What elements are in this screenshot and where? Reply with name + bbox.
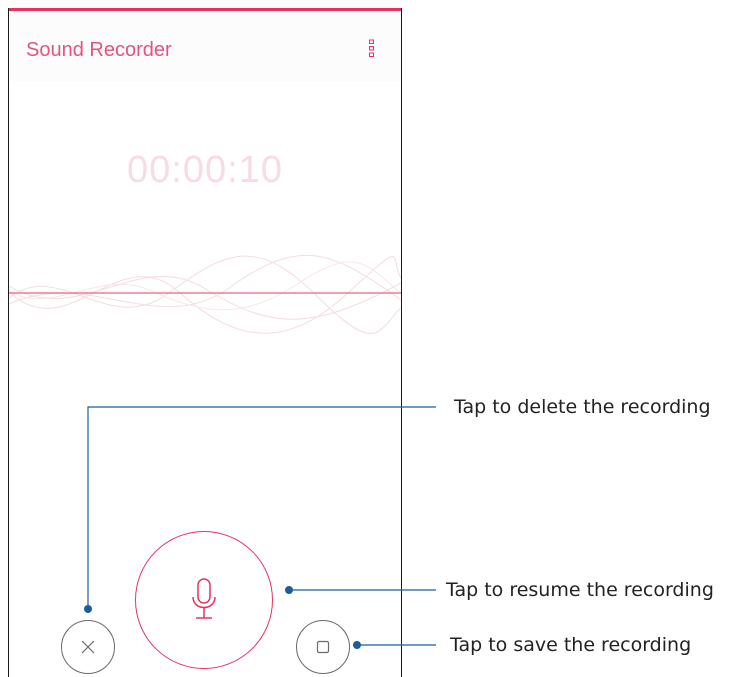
callout-delete: Tap to delete the recording bbox=[454, 396, 711, 418]
close-icon bbox=[81, 640, 95, 654]
stop-square-icon bbox=[316, 640, 330, 654]
save-recording-button[interactable] bbox=[296, 620, 350, 674]
more-vertical-icon[interactable] bbox=[366, 38, 378, 60]
recording-timer: 00:00:10 bbox=[127, 149, 283, 191]
callout-save: Tap to save the recording bbox=[450, 634, 692, 656]
waveform-visualizer bbox=[9, 254, 401, 334]
callout-resume: Tap to resume the recording bbox=[446, 579, 714, 601]
phone-screen: Sound Recorder 00:00:10 bbox=[8, 8, 402, 677]
delete-recording-button[interactable] bbox=[61, 620, 115, 674]
app-header: Sound Recorder bbox=[9, 11, 401, 81]
resume-recording-button[interactable] bbox=[135, 531, 273, 669]
microphone-icon bbox=[192, 578, 216, 619]
app-title: Sound Recorder bbox=[26, 39, 172, 61]
